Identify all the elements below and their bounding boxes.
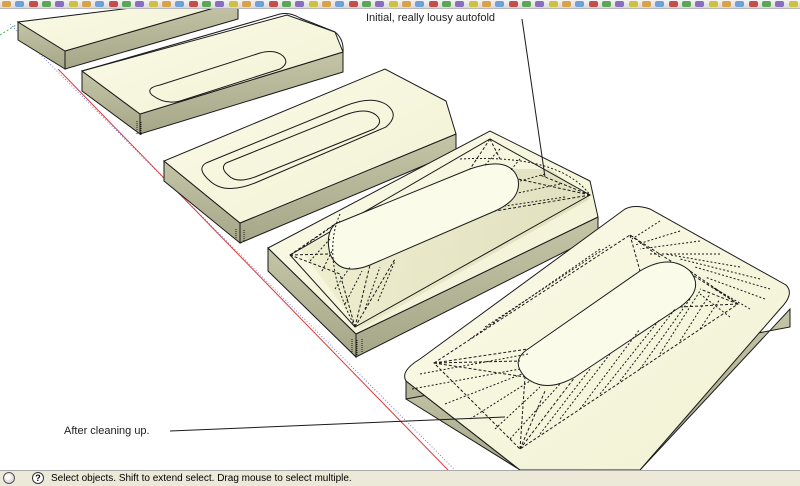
outliner-icon[interactable] <box>682 1 691 7</box>
fog-icon[interactable] <box>655 1 665 7</box>
warehouse-icon[interactable] <box>748 1 758 7</box>
zoom-icon[interactable] <box>322 1 331 7</box>
components-icon[interactable] <box>602 1 611 7</box>
push-pull-icon[interactable] <box>122 1 131 7</box>
move-icon[interactable] <box>162 1 171 7</box>
text-icon[interactable] <box>242 1 251 7</box>
main-toolbar <box>0 0 800 9</box>
section-plane-icon[interactable] <box>282 1 291 7</box>
select-icon[interactable] <box>2 1 11 7</box>
materials-icon[interactable] <box>615 1 625 7</box>
front-view-icon[interactable] <box>455 1 465 7</box>
share-icon[interactable] <box>762 1 771 7</box>
status-bar: ? Select objects. Shift to extend select… <box>0 470 800 486</box>
dimension-icon[interactable] <box>215 1 225 7</box>
shaded-icon[interactable] <box>548 1 558 7</box>
right-view-icon[interactable] <box>468 1 478 7</box>
top-annotation: Initial, really lousy autofold <box>366 12 495 24</box>
back-view-icon[interactable] <box>482 1 491 7</box>
scale-icon[interactable] <box>188 1 198 7</box>
status-text: Select objects. Shift to extend select. … <box>51 473 352 484</box>
follow-me-icon[interactable] <box>135 1 145 7</box>
freehand-icon[interactable] <box>108 1 118 7</box>
protractor-icon[interactable] <box>228 1 238 7</box>
export-icon[interactable] <box>735 1 745 7</box>
next-view-icon[interactable] <box>375 1 385 7</box>
modeling-viewport[interactable]: Initial, really lousy autofold After cle… <box>0 9 800 470</box>
model-info-icon[interactable] <box>708 1 718 7</box>
orbit-icon[interactable] <box>295 1 305 7</box>
wireframe-icon[interactable] <box>522 1 531 7</box>
position-camera-icon[interactable] <box>415 1 425 7</box>
rectangle-icon[interactable] <box>42 1 51 7</box>
xray-icon[interactable] <box>508 1 518 7</box>
bottom-annotation: After cleaning up. <box>64 425 150 437</box>
axes-icon[interactable] <box>255 1 265 7</box>
scenes-icon[interactable] <box>695 1 705 7</box>
line-icon[interactable] <box>55 1 65 7</box>
iso-view-icon[interactable] <box>428 1 438 7</box>
textured-icon[interactable] <box>562 1 571 7</box>
tape-measure-icon[interactable] <box>202 1 211 7</box>
eraser-icon[interactable] <box>15 1 25 7</box>
circle-icon[interactable] <box>68 1 78 7</box>
paint-icon[interactable] <box>28 1 38 7</box>
sandbox-icon[interactable] <box>588 1 598 7</box>
help-icon[interactable]: ? <box>32 472 44 484</box>
polygon-icon[interactable] <box>95 1 105 7</box>
rotate-icon[interactable] <box>175 1 185 7</box>
top-view-icon[interactable] <box>442 1 451 7</box>
earth-icon[interactable] <box>775 1 785 7</box>
zoom-extents-icon[interactable] <box>348 1 358 7</box>
styles-icon[interactable] <box>628 1 638 7</box>
pan-icon[interactable] <box>308 1 318 7</box>
walk-icon[interactable] <box>388 1 398 7</box>
model-canvas[interactable] <box>0 9 800 470</box>
photo-icon[interactable] <box>788 1 798 7</box>
3d-text-icon[interactable] <box>268 1 278 7</box>
previous-view-icon[interactable] <box>362 1 371 7</box>
top-annotation-text: Initial, really lousy autofold <box>366 12 496 24</box>
offset-icon[interactable] <box>148 1 158 7</box>
geo-location-icon[interactable] <box>3 472 15 484</box>
zoom-window-icon[interactable] <box>335 1 345 7</box>
bottom-annotation-text: After cleaning up. <box>64 425 150 437</box>
left-view-icon[interactable] <box>495 1 505 7</box>
layers-icon[interactable] <box>668 1 678 7</box>
green-axis <box>0 24 17 36</box>
arc-icon[interactable] <box>82 1 91 7</box>
hidden-line-icon[interactable] <box>535 1 545 7</box>
play-icon[interactable] <box>722 1 731 7</box>
monochrome-icon[interactable] <box>575 1 585 7</box>
shadows-icon[interactable] <box>642 1 651 7</box>
look-around-icon[interactable] <box>402 1 411 7</box>
